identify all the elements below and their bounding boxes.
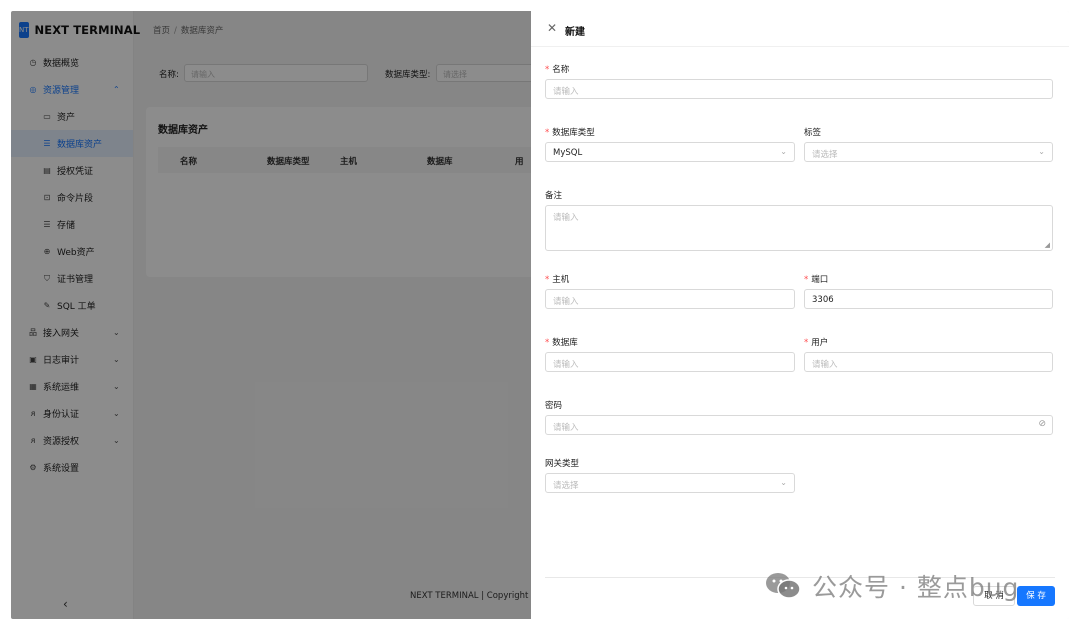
chevron-down-icon: ⌄	[780, 478, 787, 487]
host-label: * 主机	[545, 275, 570, 285]
required-mark: *	[545, 338, 550, 348]
create-drawer: ✕ 新建 * 名称 请输入 * 数据库类型 MySQL ⌄ 标签 请选择 ⌄ 备注 请输…	[531, 11, 1069, 619]
database-input[interactable]: 请输入	[545, 352, 795, 372]
watermark-text: 公众号 · 整点bug	[812, 573, 1020, 602]
gateway-type-label: 网关类型	[545, 459, 580, 469]
port-label: * 端口	[804, 275, 829, 285]
required-mark: *	[545, 275, 550, 285]
drawer-header: ✕ 新建	[531, 11, 1069, 47]
required-mark: *	[545, 65, 550, 75]
remark-label: 备注	[545, 191, 563, 201]
required-mark: *	[804, 275, 809, 285]
watermark: 公众号 · 整点bug	[764, 568, 1019, 604]
db-type-select[interactable]: MySQL ⌄	[545, 142, 795, 162]
host-input[interactable]: 请输入	[545, 289, 795, 309]
chevron-down-icon: ⌄	[780, 147, 787, 156]
port-input[interactable]: 3306	[804, 289, 1053, 309]
chevron-down-icon: ⌄	[1038, 147, 1045, 156]
password-label: 密码	[545, 401, 563, 411]
close-icon[interactable]: ✕	[547, 21, 557, 35]
remark-textarea[interactable]: 请输入 ◢	[545, 205, 1053, 251]
wechat-icon	[766, 573, 801, 599]
gateway-type-select[interactable]: 请选择 ⌄	[545, 473, 795, 493]
app-window: NT NEXT TERMINAL ◷ 数据概览 ◎ 资源管理 ⌃ ▭ 资产 ☰ …	[11, 11, 1069, 619]
tags-select[interactable]: 请选择 ⌄	[804, 142, 1053, 162]
required-mark: *	[545, 128, 550, 138]
eye-invisible-icon[interactable]: ⊘	[1038, 419, 1046, 429]
drawer-mask[interactable]	[11, 11, 531, 619]
user-label: * 用户	[804, 338, 829, 348]
name-input[interactable]: 请输入	[545, 79, 1053, 99]
resize-grip-icon[interactable]: ◢	[1045, 241, 1050, 249]
tags-label: 标签	[804, 128, 822, 138]
save-button[interactable]: 保 存	[1017, 586, 1055, 606]
database-label: * 数据库	[545, 338, 578, 348]
user-input[interactable]: 请输入	[804, 352, 1053, 372]
password-input[interactable]: 请输入 ⊘	[545, 415, 1053, 435]
required-mark: *	[804, 338, 809, 348]
name-label: * 名称	[545, 65, 570, 75]
drawer-title: 新建	[565, 27, 585, 38]
db-type-label: * 数据库类型	[545, 128, 595, 138]
